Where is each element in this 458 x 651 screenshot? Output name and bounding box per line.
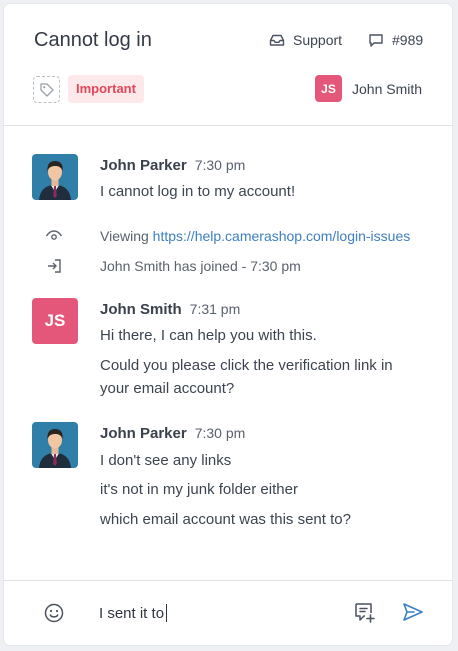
message-text: it's not in my junk folder either (100, 481, 298, 498)
send-icon (403, 603, 423, 621)
author-name: John Parker (100, 157, 187, 174)
message-text: Hi there, I can help you with this. (100, 327, 317, 344)
text-caret (166, 604, 168, 622)
avatar: JS (315, 75, 342, 102)
user-photo-icon (32, 154, 78, 200)
user-photo-icon (32, 422, 78, 468)
join-icon (44, 256, 64, 276)
ticket-number[interactable]: #989 (368, 32, 423, 48)
viewing-label: Viewing (100, 228, 149, 244)
message-input[interactable]: I sent it to (99, 603, 168, 623)
send-button[interactable] (402, 601, 424, 628)
message-input-text: I sent it to (99, 604, 165, 622)
priority-badge[interactable]: Important (68, 75, 144, 103)
joined-event: John Smith has joined - 7:30 pm (100, 258, 301, 274)
assignee[interactable]: JS John Smith (315, 75, 422, 102)
avatar (32, 154, 78, 200)
assignee-name: John Smith (352, 80, 423, 97)
composer-bar: I sent it to (4, 580, 452, 645)
message-text: your email account? (100, 380, 235, 397)
conversation-title: Cannot log in (34, 29, 152, 51)
emoji-button[interactable] (44, 603, 64, 628)
channel-support[interactable]: Support (269, 32, 342, 48)
conversation-panel: Cannot log in Support #989 Important JS … (4, 4, 452, 645)
viewing-event: Viewing https://help.camerashop.com/logi… (100, 228, 410, 244)
message-text: Could you please click the verification … (100, 357, 393, 374)
eye-icon (44, 226, 64, 246)
message-time: 7:31 pm (189, 301, 241, 317)
message-author: John Parker 7:30 pm (100, 425, 245, 442)
message-time: 7:30 pm (194, 425, 246, 441)
message-text: I don't see any links (100, 452, 232, 469)
avatar (32, 422, 78, 468)
conversation-header: Cannot log in Support #989 Important JS … (4, 4, 452, 126)
chat-bubble-icon (369, 34, 383, 47)
author-name: John Smith (100, 301, 182, 318)
message-author: John Smith 7:31 pm (100, 301, 240, 318)
message-author: John Parker 7:30 pm (100, 157, 245, 174)
add-tag-button[interactable] (33, 76, 60, 103)
tag-icon (39, 82, 54, 97)
smiley-icon (44, 603, 64, 623)
note-add-icon (355, 603, 375, 623)
channel-label: Support (293, 32, 343, 48)
viewing-link[interactable]: https://help.camerashop.com/login-issues (153, 228, 411, 244)
add-note-button[interactable] (354, 602, 376, 629)
inbox-icon (269, 34, 285, 46)
message-text: which email account was this sent to? (100, 511, 351, 528)
message-text: I cannot log in to my account! (100, 183, 296, 200)
ticket-number-label: #989 (392, 32, 424, 48)
author-name: John Parker (100, 425, 187, 442)
avatar: JS (32, 298, 78, 344)
message-time: 7:30 pm (194, 157, 246, 173)
